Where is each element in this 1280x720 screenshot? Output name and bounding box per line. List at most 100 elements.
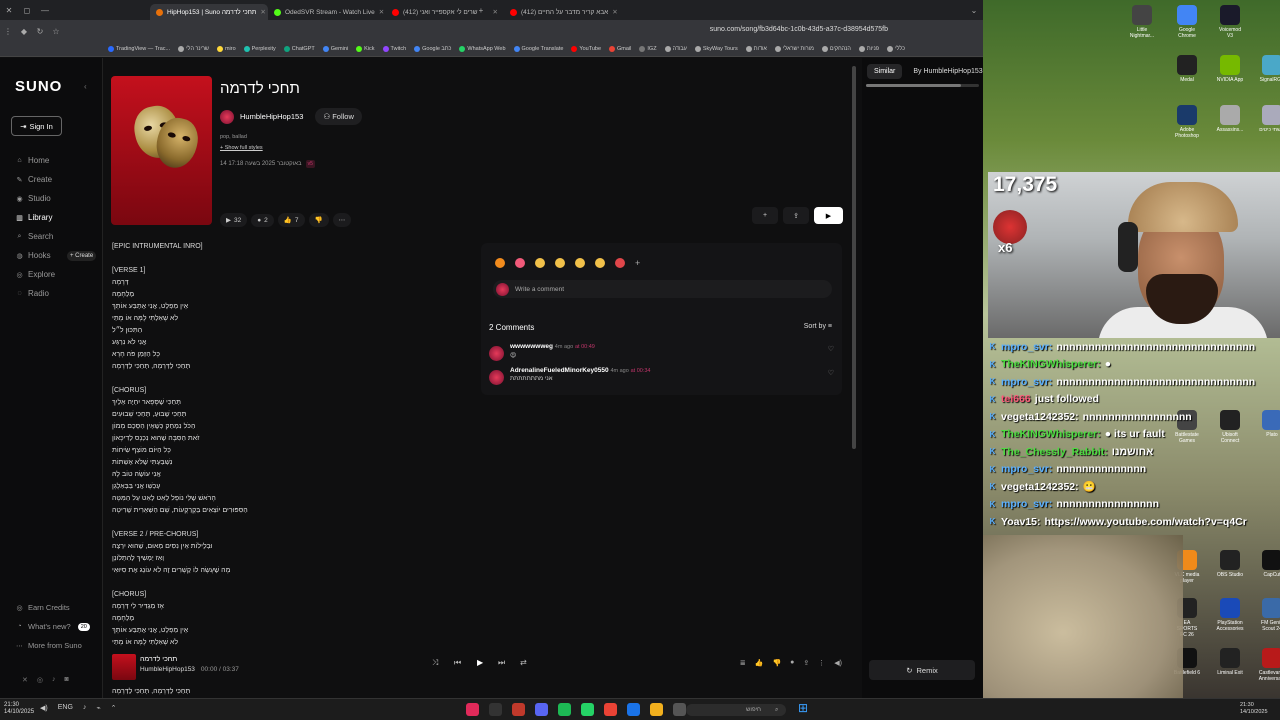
- plays-button[interactable]: ▶ 32: [220, 213, 248, 227]
- shuffle-icon[interactable]: ⤨: [432, 658, 438, 668]
- bookmark-item[interactable]: ChatGPT: [283, 46, 315, 52]
- app-icon-2[interactable]: [489, 703, 502, 716]
- volume-icon[interactable]: ◀): [834, 659, 842, 667]
- bookmark-icon[interactable]: ☆: [48, 27, 64, 36]
- bookmark-item[interactable]: miro: [216, 46, 236, 52]
- play-song-button[interactable]: ▶: [814, 207, 843, 224]
- play-pause-icon[interactable]: ▶: [477, 658, 483, 667]
- player-artist[interactable]: HumbleHipHop153: [140, 666, 195, 673]
- sidebar-item-radio[interactable]: ◌ Radio: [16, 284, 101, 303]
- bookmark-item[interactable]: הנהחקים: [821, 46, 851, 52]
- close-window-icon[interactable]: ✕: [0, 6, 18, 15]
- chat-username[interactable]: TheKINGWhisperer:: [1001, 428, 1101, 440]
- minimize-window-icon[interactable]: —: [36, 6, 54, 15]
- player-share-icon[interactable]: ⇪: [803, 659, 809, 667]
- desktop-icon[interactable]: Assassins...: [1216, 105, 1244, 133]
- tab-close-icon[interactable]: ✕: [493, 8, 498, 16]
- bookmark-item[interactable]: אודות: [745, 46, 767, 52]
- previous-icon[interactable]: ⏮: [454, 658, 461, 668]
- tray-chevron-icon[interactable]: ⌃: [111, 704, 117, 712]
- desktop-icon[interactable]: Castlevania Anniversary: [1258, 648, 1280, 682]
- right-panel-scroll-thumb[interactable]: [866, 84, 961, 87]
- browser-tab[interactable]: (412) אבא קריר מדבר על החיים ✕: [504, 4, 622, 20]
- like-button[interactable]: 👍 7: [277, 213, 305, 227]
- player-comment-icon[interactable]: ●: [790, 659, 794, 667]
- desktop-icon[interactable]: Google Chrome: [1173, 5, 1201, 39]
- bookmark-item[interactable]: Gemini: [322, 46, 348, 52]
- sidebar-item-studio[interactable]: ◉ Studio: [16, 189, 101, 208]
- tab-similar[interactable]: Similar: [867, 64, 903, 79]
- chat-username[interactable]: mpro_svr:: [1001, 498, 1052, 510]
- bookmark-item[interactable]: Perplexity: [243, 46, 276, 52]
- comments-button[interactable]: ● 2: [251, 213, 274, 227]
- raised-hands-emoji[interactable]: [555, 258, 565, 268]
- add-reaction-icon[interactable]: +: [635, 258, 640, 268]
- artist-name[interactable]: HumbleHipHop153: [240, 112, 303, 121]
- url-text[interactable]: suno.com/song/fb3d64bc-1c0b-43d5-a37c-d3…: [710, 26, 888, 33]
- desktop-icon[interactable]: Little Nightmar...: [1128, 5, 1156, 39]
- chrome-icon[interactable]: [604, 703, 617, 716]
- player-dislike-icon[interactable]: 👎: [772, 659, 781, 667]
- chat-username[interactable]: TheKINGWhisperer:: [1001, 358, 1101, 370]
- spotify-icon[interactable]: [558, 703, 571, 716]
- whatsapp-icon[interactable]: [581, 703, 594, 716]
- chat-username[interactable]: tei666: [1001, 393, 1031, 405]
- devil-emoji[interactable]: [615, 258, 625, 268]
- comment-timestamp-link[interactable]: at 00:49: [575, 344, 595, 350]
- reload-icon[interactable]: ↻: [32, 27, 48, 36]
- bookmark-item[interactable]: Twitch: [382, 46, 406, 52]
- taskbar-clock-left[interactable]: 21:30 14/10/2025: [4, 702, 34, 716]
- hooks-create-button[interactable]: + Create: [67, 250, 97, 261]
- commenter-name[interactable]: AdrenalineFueledMinorKey0550: [510, 367, 609, 374]
- app-icon-10[interactable]: [673, 703, 686, 716]
- instagram-icon[interactable]: ◎: [37, 676, 43, 684]
- sort-by-button[interactable]: Sort by ≡: [804, 323, 832, 330]
- desktop-icon[interactable]: Medal: [1173, 55, 1201, 83]
- sidebar-item-search[interactable]: ⌕ Search: [16, 227, 101, 246]
- suno-logo[interactable]: SUNO: [15, 78, 62, 95]
- remix-button[interactable]: ↻ Remix: [869, 660, 975, 680]
- new-tab-icon[interactable]: +: [472, 6, 490, 15]
- comment-input[interactable]: Write a comment: [493, 280, 832, 298]
- chat-username[interactable]: vegeta1242352:: [1001, 411, 1079, 423]
- extension-icon[interactable]: ◆: [16, 27, 32, 36]
- desktop-icon[interactable]: ל שתי כיטים: [1258, 105, 1280, 133]
- desktop-icon[interactable]: OBS Studio: [1216, 550, 1244, 578]
- scroll-thumb[interactable]: [852, 66, 856, 449]
- bookmark-item[interactable]: Kick: [356, 46, 375, 52]
- app-icon-3[interactable]: [512, 703, 525, 716]
- desktop-icon[interactable]: Voicemod V3: [1216, 5, 1244, 39]
- commenter-avatar[interactable]: [489, 346, 504, 361]
- bookmark-item[interactable]: Google כתב: [414, 46, 451, 52]
- player-like-icon[interactable]: 👍: [755, 659, 764, 667]
- sign-in-button[interactable]: ⇥ Sign In: [11, 116, 62, 136]
- heart-icon[interactable]: ♡: [828, 345, 834, 353]
- thumbs-up-emoji[interactable]: [575, 258, 585, 268]
- discord-icon[interactable]: ◙: [64, 676, 68, 684]
- share-button[interactable]: ⇪: [783, 207, 809, 224]
- commenter-avatar[interactable]: [489, 370, 504, 385]
- page-scrollbar[interactable]: [851, 62, 856, 692]
- song-cover-art[interactable]: [111, 76, 212, 225]
- sidebar-item-explore[interactable]: ◎ Explore: [16, 265, 101, 284]
- whats-new-link[interactable]: ◔ What's new? 20: [16, 617, 101, 636]
- right-panel-scroll[interactable]: [866, 84, 979, 87]
- next-icon[interactable]: ⏭: [498, 658, 505, 668]
- bookmark-item[interactable]: פניות: [858, 46, 879, 52]
- sidebar-item-hooks[interactable]: ◍ Hooks + Create: [16, 246, 101, 265]
- commenter-name[interactable]: wwwwwwweg: [510, 343, 553, 350]
- fire-emoji[interactable]: [495, 258, 505, 268]
- heart-icon[interactable]: ♡: [828, 369, 834, 377]
- sidebar-item-create[interactable]: ✎ Create: [16, 170, 101, 189]
- tab-close-icon[interactable]: ✕: [379, 8, 384, 16]
- desktop-icon[interactable]: FM Genie Scout 24: [1258, 598, 1280, 632]
- thumbs-down-emoji[interactable]: [595, 258, 605, 268]
- app-icon-1[interactable]: [466, 703, 479, 716]
- comment-timestamp-link[interactable]: at 00:34: [631, 368, 651, 374]
- heart-eyes-emoji[interactable]: [515, 258, 525, 268]
- tab-close-icon[interactable]: ✕: [612, 8, 617, 16]
- follow-button[interactable]: ⚇ Follow: [315, 108, 362, 125]
- chat-username[interactable]: vegeta1242352:: [1001, 481, 1079, 493]
- tab-by-artist[interactable]: By HumbleHipHop153: [906, 64, 983, 79]
- desktop-icon[interactable]: NVIDIA App: [1216, 55, 1244, 83]
